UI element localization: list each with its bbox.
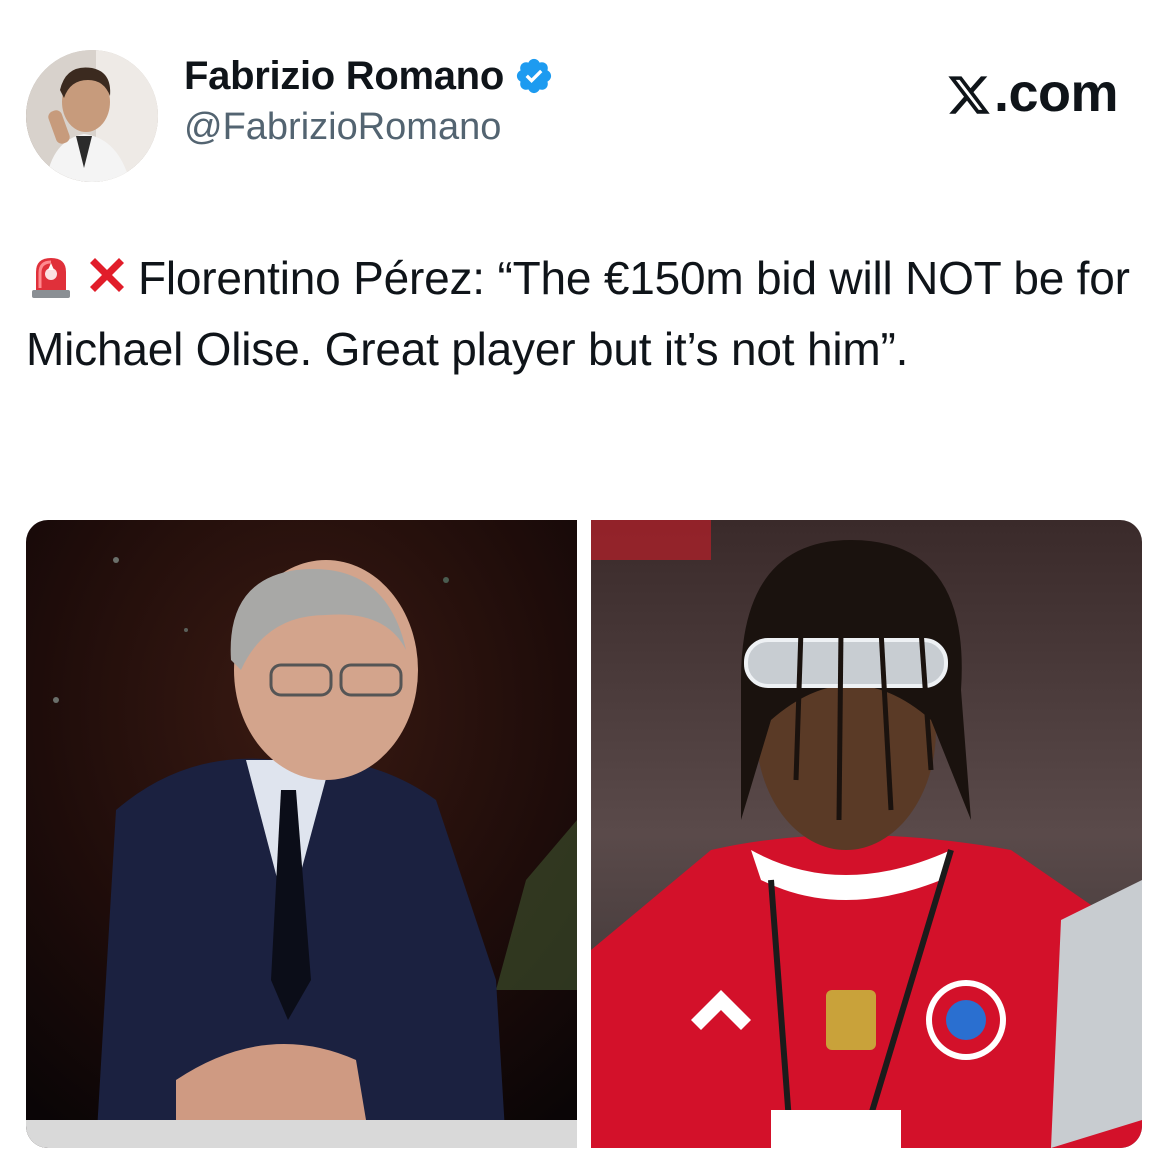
avatar-photo-icon bbox=[26, 50, 158, 182]
football-player-photo bbox=[591, 520, 1142, 1148]
cross-mark-icon bbox=[82, 250, 132, 300]
author-avatar[interactable] bbox=[26, 50, 158, 182]
brand-watermark: .com bbox=[946, 62, 1119, 124]
verified-badge-icon bbox=[514, 56, 554, 96]
tweet-body: Florentino Pérez: “The €150m bid will NO… bbox=[26, 243, 1146, 385]
tweet-text: Florentino Pérez: “The €150m bid will NO… bbox=[26, 252, 1130, 375]
x-logo-icon bbox=[948, 76, 990, 114]
media-grid[interactable] bbox=[26, 520, 1142, 1148]
tweet-header: Fabrizio Romano @FabrizioRomano .com bbox=[26, 38, 1146, 182]
author-display-name[interactable]: Fabrizio Romano bbox=[184, 52, 504, 100]
media-photo-1[interactable] bbox=[26, 520, 577, 1148]
author-info: Fabrizio Romano @FabrizioRomano bbox=[184, 52, 554, 152]
author-handle[interactable]: @FabrizioRomano bbox=[184, 102, 554, 152]
rotating-light-icon bbox=[26, 250, 76, 300]
brand-label: .com bbox=[993, 63, 1119, 123]
man-in-suit-photo bbox=[26, 520, 577, 1148]
media-photo-2[interactable] bbox=[591, 520, 1142, 1148]
